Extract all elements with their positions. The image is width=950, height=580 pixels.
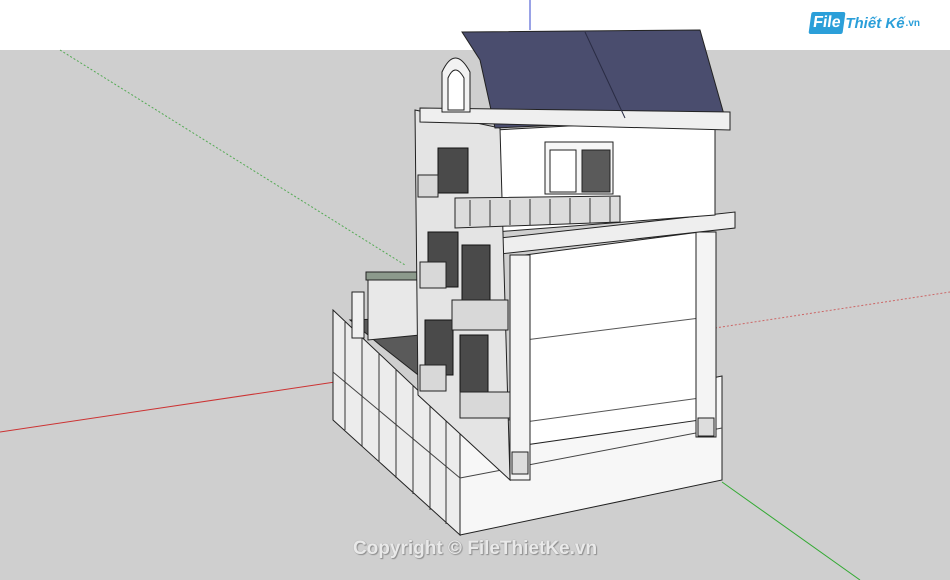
pilaster-right: [695, 231, 717, 438]
logo-tld-text: .vn: [905, 17, 920, 29]
logo-box-text: File: [808, 12, 845, 34]
site-logo[interactable]: File Thiết Kế .vn: [808, 12, 920, 34]
upper-balcony: [454, 195, 621, 229]
gate-structure: [367, 271, 421, 341]
gate-pillar: [351, 291, 365, 339]
side-wall-lower: [524, 231, 701, 446]
logo-rest-text: Thiết Kế: [845, 14, 905, 32]
red-axis-dotted: [714, 291, 950, 329]
green-axis: [721, 481, 861, 580]
copyright-watermark: Copyright © FileThietKe.vn: [352, 538, 598, 559]
3d-viewport[interactable]: File Thiết Kế .vn Copyright © FileThietK…: [0, 0, 950, 580]
model-scene[interactable]: [0, 0, 950, 580]
green-axis-dotted: [59, 49, 406, 266]
villa-model[interactable]: [332, 29, 736, 537]
gate-roof: [365, 271, 423, 281]
pilaster-left: [509, 254, 531, 481]
red-axis: [0, 381, 336, 433]
